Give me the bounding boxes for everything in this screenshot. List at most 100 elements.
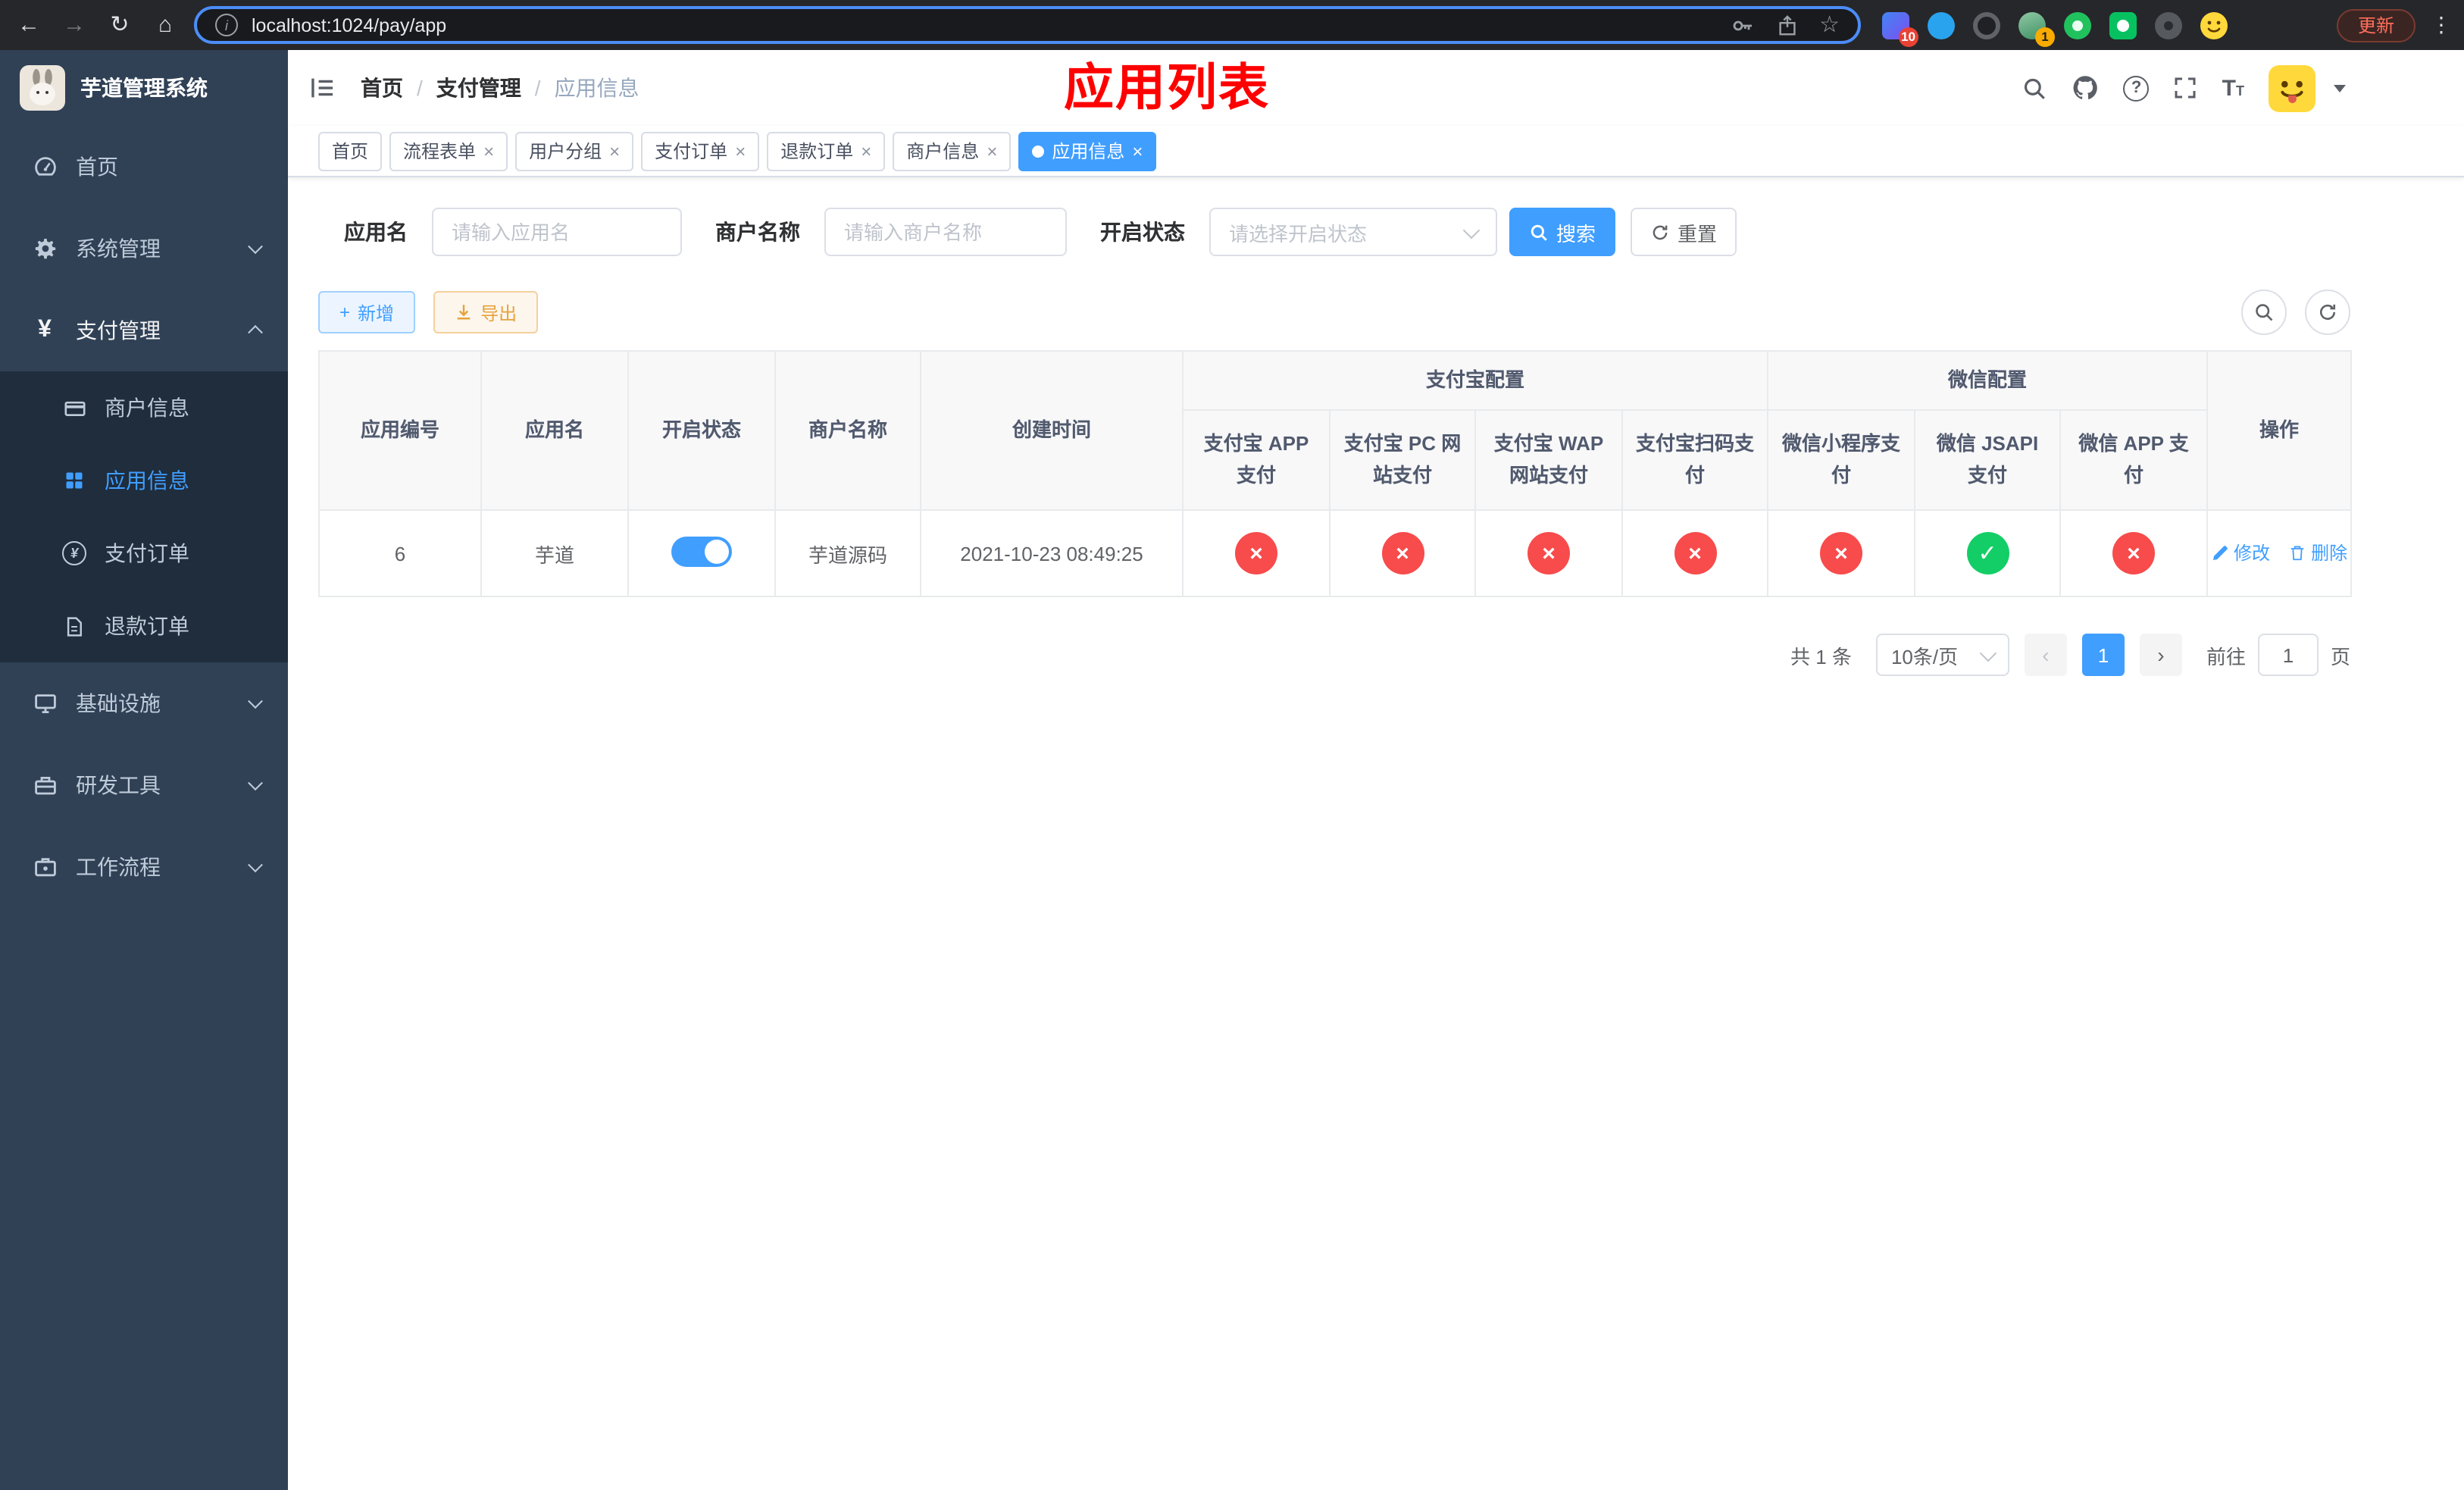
wechat-mini-disabled-icon: × (1820, 532, 1863, 574)
sidebar-item-dev-tools[interactable]: 研发工具 (0, 744, 288, 826)
sidebar-item-app-info[interactable]: 应用信息 (0, 444, 288, 517)
merchant-name-input[interactable] (824, 208, 1067, 256)
browser-extensions: 10 1 (1882, 11, 2228, 46)
tab-close-icon[interactable]: × (609, 140, 620, 161)
pagination: 共 1 条 10条/页 ‹ 1 › 前往 页 (318, 634, 2350, 676)
export-button[interactable]: 导出 (433, 291, 539, 333)
app-name-input[interactable] (432, 208, 682, 256)
sidebar-toggle-icon[interactable] (309, 74, 336, 102)
briefcase-icon (32, 855, 58, 879)
table-row: 6 芋道 芋道源码 2021-10-23 08:49:25 × × × × × … (318, 509, 2353, 597)
table-toolbar: + 新增 导出 (318, 290, 2350, 335)
tags-view: 首页 流程表单 × 用户分组 × 支付订单 × 退款订单 × 商户信息 × 应用信息 × (288, 126, 2464, 177)
sidebar-item-infrastructure[interactable]: 基础设施 (0, 662, 288, 744)
extension-pin-icon[interactable] (2155, 11, 2182, 39)
col-group-wechat: 微信配置 (1767, 350, 2209, 411)
reset-button[interactable]: 重置 (1631, 208, 1737, 256)
help-icon[interactable]: ? (2123, 75, 2150, 101)
next-page-button[interactable]: › (2139, 634, 2182, 676)
col-app-id: 应用编号 (318, 350, 482, 511)
wechat-jsapi-enabled-icon: ✓ (1966, 532, 2009, 574)
refresh-table-button[interactable] (2305, 290, 2350, 335)
extension-devtools-icon[interactable]: 10 (1882, 11, 1918, 46)
status-select[interactable]: 请选择开启状态 (1209, 208, 1497, 256)
user-avatar[interactable] (2269, 64, 2315, 111)
browser-update-button[interactable]: 更新 (2336, 8, 2416, 42)
alipay-pc-disabled-icon: × (1381, 532, 1424, 574)
tab-process-form[interactable]: 流程表单 × (389, 131, 508, 171)
sidebar-item-merchant-info[interactable]: 商户信息 (0, 371, 288, 444)
alipay-wap-disabled-icon: × (1527, 532, 1570, 574)
avatar-caret-icon[interactable] (2334, 84, 2346, 92)
fullscreen-icon[interactable] (2174, 76, 2198, 100)
extension-avatar-icon[interactable]: 1 (2018, 11, 2055, 46)
col-alipay-app: 支付宝 APP 支付 (1182, 409, 1330, 511)
password-key-icon[interactable] (1730, 13, 1754, 37)
tab-home[interactable]: 首页 (318, 131, 383, 171)
breadcrumb-payment[interactable]: 支付管理 (403, 73, 521, 103)
forward-icon[interactable]: → (52, 0, 97, 50)
col-create-time: 创建时间 (920, 350, 1184, 511)
header-search-icon[interactable] (2022, 75, 2048, 101)
dashboard-icon (32, 155, 58, 179)
extension-dark-circle-icon[interactable] (1973, 11, 2000, 39)
tab-refund-order[interactable]: 退款订单 × (767, 131, 886, 171)
add-button[interactable]: + 新增 (318, 291, 416, 333)
chevron-down-icon (248, 857, 263, 873)
tab-close-icon[interactable]: × (861, 140, 871, 161)
github-icon[interactable] (2072, 74, 2100, 102)
sidebar-item-pay-order[interactable]: ¥ 支付订单 (0, 517, 288, 590)
site-info-icon[interactable]: i (215, 14, 238, 36)
back-icon[interactable]: ← (6, 0, 52, 50)
breadcrumb-home[interactable]: 首页 (361, 73, 403, 103)
reload-icon[interactable]: ↻ (97, 0, 142, 50)
font-size-icon[interactable]: TT (2222, 77, 2244, 99)
sidebar-item-refund-order[interactable]: 退款订单 (0, 590, 288, 662)
tab-app-info[interactable]: 应用信息 × (1018, 131, 1157, 171)
tab-close-icon[interactable]: × (735, 140, 746, 161)
chevron-down-icon (248, 239, 263, 255)
col-merchant-name: 商户名称 (774, 350, 921, 511)
extension-vue-icon[interactable] (2064, 11, 2091, 39)
col-actions: 操作 (2206, 350, 2353, 511)
browser-toolbar: ← → ↻ ⌂ i localhost:1024/pay/app ☆ 10 1 … (0, 0, 2464, 50)
tab-merchant-info[interactable]: 商户信息 × (893, 131, 1012, 171)
sidebar-item-payment[interactable]: ¥ 支付管理 (0, 290, 288, 371)
sidebar-item-system[interactable]: 系统管理 (0, 208, 288, 290)
app-title: 芋道管理系统 (80, 76, 208, 100)
screen: ← → ↻ ⌂ i localhost:1024/pay/app ☆ 10 1 … (0, 0, 2464, 1490)
prev-page-button[interactable]: ‹ (2024, 634, 2067, 676)
page-size-select[interactable]: 10条/页 (1875, 634, 2009, 676)
tab-user-group[interactable]: 用户分组 × (515, 131, 634, 171)
edit-link[interactable]: 修改 (2211, 540, 2270, 566)
col-app-name: 应用名 (480, 350, 629, 511)
tab-close-icon[interactable]: × (483, 140, 494, 161)
home-icon[interactable]: ⌂ (142, 0, 188, 50)
goto-page-input[interactable] (2257, 634, 2319, 676)
page-1-button[interactable]: 1 (2081, 634, 2125, 676)
extension-drop-icon[interactable] (1928, 11, 1955, 39)
toolbox-icon (32, 773, 58, 797)
tab-close-icon[interactable]: × (987, 140, 997, 161)
cell-app-name: 芋道 (480, 509, 629, 597)
plus-icon: + (339, 302, 351, 323)
active-tab-dot (1032, 145, 1045, 157)
cell-app-id: 6 (318, 509, 482, 597)
col-status: 开启状态 (627, 350, 776, 511)
sidebar-item-workflow[interactable]: 工作流程 (0, 826, 288, 908)
grid-icon (62, 470, 86, 491)
address-bar[interactable]: i localhost:1024/pay/app ☆ (194, 6, 1861, 44)
tab-close-icon[interactable]: × (1132, 140, 1143, 161)
bookmark-star-icon[interactable]: ☆ (1819, 14, 1840, 36)
delete-link[interactable]: 删除 (2288, 540, 2347, 566)
profile-emoji-icon[interactable] (2200, 11, 2228, 39)
share-icon[interactable] (1775, 13, 1798, 37)
alipay-app-disabled-icon: × (1235, 532, 1277, 574)
toggle-search-button[interactable] (2241, 290, 2287, 335)
extension-wechat-icon[interactable] (2109, 11, 2137, 39)
sidebar-item-home[interactable]: 首页 (0, 126, 288, 208)
tab-pay-order[interactable]: 支付订单 × (641, 131, 760, 171)
browser-menu-icon[interactable]: ⋮ (2431, 12, 2452, 38)
search-button[interactable]: 搜索 (1509, 208, 1616, 256)
status-toggle[interactable] (671, 536, 732, 566)
